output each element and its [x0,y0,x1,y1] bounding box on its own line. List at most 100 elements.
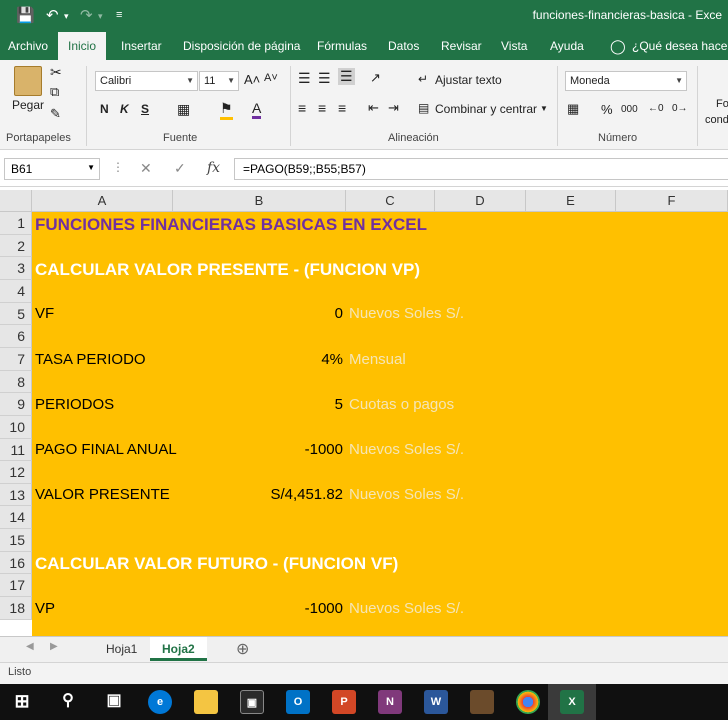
increase-indent-icon[interactable]: ⇥ [388,100,399,116]
align-middle-icon[interactable]: ☰ [318,70,331,87]
insert-function-icon[interactable]: fx [207,160,220,176]
file-explorer-icon[interactable] [194,690,218,714]
undo-icon[interactable]: ↶ [46,6,59,24]
column-header-a[interactable]: A [32,190,173,212]
chrome-icon[interactable] [516,690,540,714]
tab-ayuda[interactable]: Ayuda [550,32,584,60]
row-header[interactable]: 10 [0,416,32,439]
label-cell[interactable]: VALOR PRESENTE [35,486,170,503]
format-painter-icon[interactable]: ✎ [50,106,61,122]
wrap-text-button[interactable]: Ajustar texto [435,73,502,87]
excel-icon[interactable]: X [560,690,584,714]
percent-button[interactable]: % [601,102,613,117]
save-icon[interactable]: 💾 [16,6,35,24]
formula-input[interactable]: =PAGO(B59;;B55;B57) [234,158,728,180]
cut-icon[interactable]: ✂ [50,64,62,81]
onenote-icon[interactable]: N [378,690,402,714]
tab-inicio[interactable]: Inicio [58,32,107,60]
label-cell[interactable]: TASA PERIODO [35,351,146,368]
row-header[interactable]: 13 [0,484,32,506]
align-right-icon[interactable]: ≡ [338,100,346,116]
row-header[interactable]: 7 [0,348,32,371]
row-header[interactable]: 12 [0,461,32,484]
outlook-icon[interactable]: O [286,690,310,714]
row-header[interactable]: 15 [0,529,32,552]
lightbulb-icon[interactable]: ◯ [610,32,626,60]
edge-icon[interactable]: e [148,690,172,714]
value-cell[interactable]: S/4,451.82 [173,486,343,503]
paste-icon[interactable] [14,66,42,96]
font-color-icon[interactable]: A [252,100,262,119]
align-bottom-icon[interactable]: ☰ [338,68,355,85]
row-header[interactable]: 8 [0,371,32,393]
align-left-icon[interactable]: ≡ [298,100,306,116]
column-header-d[interactable]: D [435,190,526,212]
borders-icon[interactable]: ▦ [177,101,190,118]
value-cell[interactable]: 4% [173,351,343,368]
select-all-corner[interactable] [0,190,32,212]
row-header[interactable]: 2 [0,235,32,257]
grow-font-icon[interactable]: A˄ [244,72,260,87]
decrease-indent-icon[interactable]: ⇤ [368,100,379,116]
unit-note-cell[interactable]: Cuotas o pagos [349,396,454,413]
column-header-e[interactable]: E [526,190,616,212]
underline-button[interactable]: S [141,102,149,116]
thousands-separator-button[interactable]: 000 [621,104,638,115]
align-center-icon[interactable]: ≡ [318,100,326,116]
value-cell[interactable]: 0 [173,305,343,322]
word-icon[interactable]: W [424,690,448,714]
conditional-format-button[interactable]: Fo [716,98,728,110]
tab-datos[interactable]: Datos [388,32,419,60]
scroll-left-icon[interactable]: ◀ [26,641,34,652]
unit-note-cell[interactable]: Nuevos Soles S/. [349,305,464,322]
merge-icon[interactable]: ▤ [418,101,429,115]
tab-archivo[interactable]: Archivo [8,32,48,60]
tell-me-search[interactable]: ¿Qué desea hacer? [632,32,728,60]
tab-revisar[interactable]: Revisar [441,32,482,60]
align-top-icon[interactable]: ☰ [298,70,311,87]
column-header-f[interactable]: F [616,190,728,212]
enter-icon[interactable]: ✓ [174,160,186,177]
value-cell[interactable]: -1000 [173,441,343,458]
sheet-tab-hoja1[interactable]: Hoja1 [94,637,149,661]
column-header-c[interactable]: C [346,190,435,212]
powerpoint-icon[interactable]: P [332,690,356,714]
row-header[interactable]: 1 [0,212,32,235]
row-header[interactable]: 9 [0,393,32,416]
number-format-select[interactable]: Moneda ▼ [565,71,687,91]
paste-button[interactable]: Pegar [12,98,44,112]
sheet-tab-hoja2[interactable]: Hoja2 [150,637,207,661]
column-header-b[interactable]: B [173,190,346,212]
copy-icon[interactable]: ⧉ [50,84,59,100]
game-app-icon[interactable] [470,690,494,714]
value-cell[interactable]: -1000 [173,600,343,617]
unit-note-cell[interactable]: Mensual [349,351,406,368]
tab-formulas[interactable]: Fórmulas [317,32,367,60]
section-heading[interactable]: CALCULAR VALOR FUTURO - (FUNCION VF) [35,554,398,574]
row-header[interactable]: 5 [0,303,32,325]
italic-button[interactable]: K [120,102,129,116]
row-header[interactable]: 18 [0,597,32,620]
unit-note-cell[interactable]: Nuevos Soles S/. [349,441,464,458]
label-cell[interactable]: PAGO FINAL ANUAL [35,441,177,458]
row-header[interactable]: 14 [0,506,32,529]
search-icon[interactable]: ⚲ [56,690,80,714]
orientation-icon[interactable]: ↗ [370,70,381,86]
redo-dropdown-icon[interactable]: ▾ [98,11,103,22]
increase-decimal-icon[interactable]: ←0 [648,103,664,114]
windows-start-icon[interactable]: ⊞ [10,690,34,714]
unit-note-cell[interactable]: Nuevos Soles S/. [349,486,464,503]
store-icon[interactable]: ▣ [240,690,264,714]
redo-icon[interactable]: ↷ [80,6,93,24]
tab-disposicion[interactable]: Disposición de página [183,32,300,60]
row-header[interactable]: 16 [0,552,32,574]
section-heading[interactable]: CALCULAR VALOR PRESENTE - (FUNCION VP) [35,260,420,280]
shrink-font-icon[interactable]: A˅ [264,72,278,84]
row-header[interactable]: 6 [0,325,32,348]
value-cell[interactable]: 5 [173,396,343,413]
decrease-decimal-icon[interactable]: 0→ [672,103,688,114]
undo-dropdown-icon[interactable]: ▾ [64,11,69,22]
label-cell[interactable]: VP [35,600,55,617]
font-size-select[interactable]: 11 ▼ [199,71,239,91]
font-name-select[interactable]: Calibri ▼ [95,71,198,91]
